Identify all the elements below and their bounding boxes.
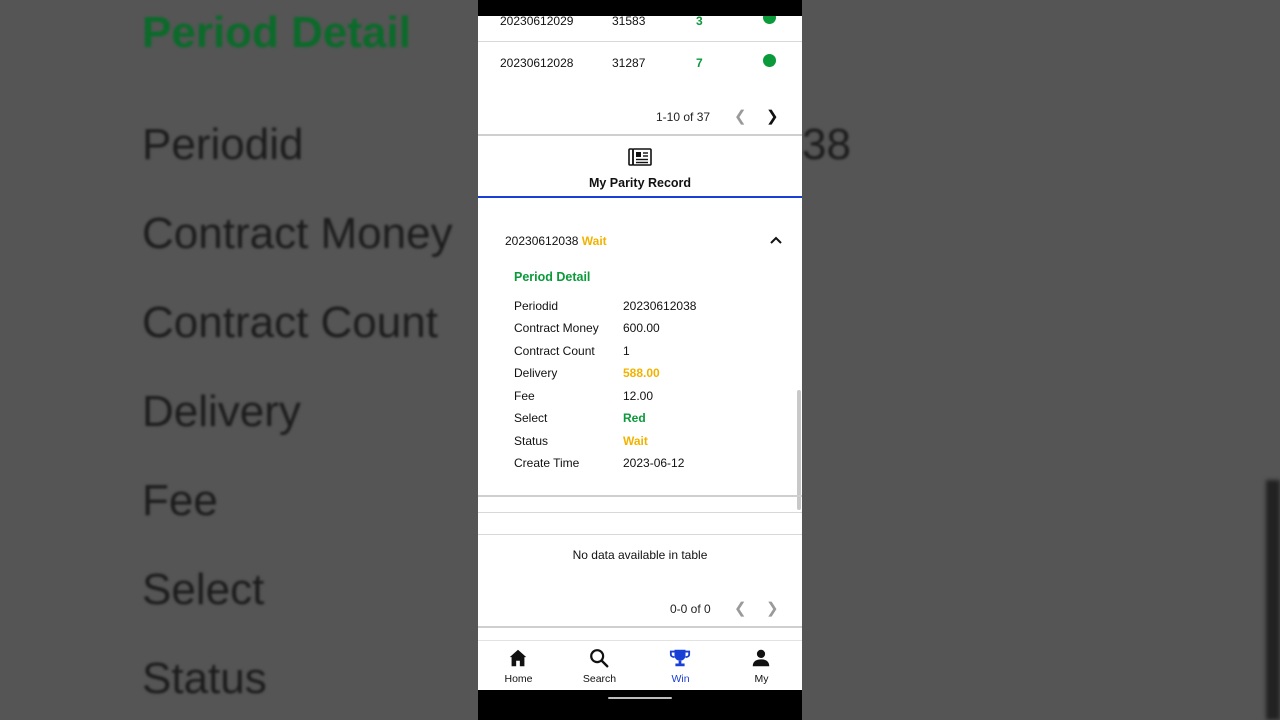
record-period: 20230612038 [505,234,579,248]
detail-key: Create Time [514,456,580,470]
bottom-navigation: Home Search Win My [478,640,802,690]
row-divider [478,41,802,42]
detail-value: Wait [623,434,648,448]
tab-label: My Parity Record [588,176,692,190]
detail-value: 2023-06-12 [623,456,685,470]
detail-value: 588.00 [623,366,660,380]
period-cell: 20230612029 [500,16,574,28]
nav-label: Home [504,673,533,685]
scrollbar[interactable] [797,390,801,510]
nav-label: My [754,673,769,685]
bg-fragment: 38 [802,120,851,169]
app-screen: 20230612029 31583 3 20230612028 31287 7 … [478,16,802,690]
detail-key: Delivery [514,366,558,380]
detail-key: Status [514,434,549,448]
table-pagination: 0-0 of 0 ❮ ❯ [478,599,802,622]
next-page-icon[interactable]: ❯ [766,107,779,125]
next-page-icon[interactable]: ❯ [766,599,779,617]
bg-label: Status [142,654,267,703]
table-divider [478,512,802,513]
bg-label: Periodid [142,120,304,169]
detail-value: 600.00 [623,321,660,335]
table-divider [478,534,802,535]
detail-key: Periodid [514,299,559,313]
detail-key: Fee [514,389,535,403]
prev-page-icon[interactable]: ❮ [734,107,747,125]
prev-page-icon[interactable]: ❮ [734,599,747,617]
price-cell: 31287 [612,56,646,70]
home-indicator[interactable] [608,697,672,699]
record-period-line: 20230612038 Wait [505,234,607,248]
tab-active-indicator [478,196,802,198]
number-cell: 7 [696,56,703,70]
bg-label: Delivery [142,387,301,436]
nav-label: Win [671,673,690,685]
price-cell: 31583 [612,16,646,28]
bg-label: Select [142,565,265,614]
person-icon [752,649,770,667]
table-pagination: 1-10 of 37 ❮ ❯ [478,107,802,130]
number-cell: 3 [696,16,703,28]
chevron-up-icon[interactable] [768,232,784,248]
record-expand-header[interactable]: 20230612038 Wait [478,228,802,252]
bg-label: Contract Count [142,298,438,347]
table-row[interactable]: 20230612029 31583 3 [478,16,802,34]
detail-key: Select [514,411,548,425]
period-detail-title: Period Detail [514,270,591,284]
tab-my-parity-record[interactable]: My Parity Record [478,136,802,198]
phone-frame: 20230612029 31583 3 20230612028 31287 7 … [478,0,802,720]
bg-label: Fee [142,476,218,525]
empty-table-message: No data available in table [572,548,708,562]
bg-title: Period Detail [142,8,411,57]
nav-home[interactable]: Home [478,641,559,690]
section-divider [478,626,802,628]
bg-label: Contract Money [142,209,453,258]
detail-value: 20230612038 [623,299,697,313]
period-cell: 20230612028 [500,56,574,70]
table-row[interactable]: 20230612028 31287 7 [478,54,802,76]
nav-search[interactable]: Search [559,641,640,690]
trophy-icon [669,649,691,667]
nav-label: Search [582,673,617,685]
detail-value: 12.00 [623,389,654,403]
result-dot-icon [763,16,776,24]
detail-key: Contract Money [514,321,599,335]
nav-my[interactable]: My [721,641,802,690]
record-status-badge: Wait [581,234,607,248]
section-divider [478,495,802,497]
newspaper-icon [628,148,652,166]
home-icon [509,649,527,667]
nav-win[interactable]: Win [640,641,721,690]
pagination-text: 1-10 of 37 [656,110,711,124]
detail-value: 1 [623,344,630,358]
bg-edge [1266,480,1280,720]
detail-key: Contract Count [514,344,595,358]
result-dot-icon [763,54,776,67]
pagination-text: 0-0 of 0 [670,602,711,616]
detail-value: Red [623,411,646,425]
search-icon [590,649,609,668]
